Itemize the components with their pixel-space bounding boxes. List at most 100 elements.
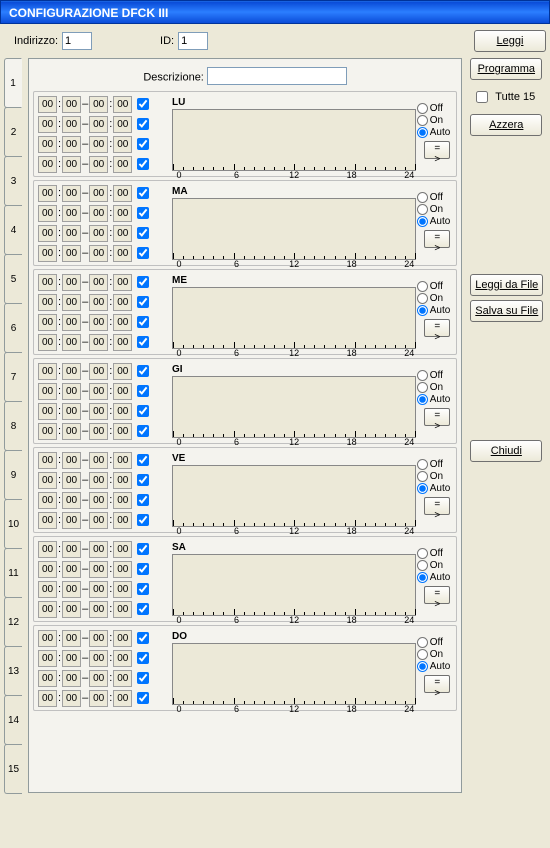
time-field[interactable]	[113, 294, 132, 311]
time-field[interactable]	[62, 541, 81, 558]
time-field[interactable]	[38, 136, 57, 153]
time-field[interactable]	[113, 630, 132, 647]
time-field[interactable]	[89, 334, 108, 351]
time-field[interactable]	[62, 383, 81, 400]
time-enable-checkbox[interactable]	[137, 563, 149, 575]
time-field[interactable]	[38, 492, 57, 509]
time-enable-checkbox[interactable]	[137, 514, 149, 526]
time-enable-checkbox[interactable]	[137, 118, 149, 130]
time-field[interactable]	[62, 245, 81, 262]
time-field[interactable]	[113, 561, 132, 578]
time-field[interactable]	[113, 314, 132, 331]
time-enable-checkbox[interactable]	[137, 158, 149, 170]
time-field[interactable]	[62, 561, 81, 578]
time-field[interactable]	[89, 294, 108, 311]
time-field[interactable]	[62, 423, 81, 440]
tab-14[interactable]: 14	[4, 695, 22, 745]
time-field[interactable]	[62, 225, 81, 242]
time-field[interactable]	[38, 690, 57, 707]
time-field[interactable]	[89, 116, 108, 133]
time-field[interactable]	[113, 492, 132, 509]
mode-off[interactable]: Off	[417, 637, 451, 648]
tab-5[interactable]: 5	[4, 254, 22, 304]
time-field[interactable]	[89, 650, 108, 667]
time-field[interactable]	[89, 156, 108, 173]
time-field[interactable]	[113, 581, 132, 598]
time-field[interactable]	[38, 512, 57, 529]
time-enable-checkbox[interactable]	[137, 494, 149, 506]
time-field[interactable]	[113, 650, 132, 667]
tab-6[interactable]: 6	[4, 303, 22, 353]
time-field[interactable]	[38, 383, 57, 400]
time-field[interactable]	[89, 690, 108, 707]
programma-button[interactable]: Programma	[470, 58, 542, 80]
mode-off[interactable]: Off	[417, 548, 451, 559]
time-field[interactable]	[89, 512, 108, 529]
time-field[interactable]	[62, 492, 81, 509]
time-enable-checkbox[interactable]	[137, 247, 149, 259]
time-field[interactable]	[113, 670, 132, 687]
time-enable-checkbox[interactable]	[137, 474, 149, 486]
time-field[interactable]	[113, 423, 132, 440]
time-field[interactable]	[113, 156, 132, 173]
time-field[interactable]	[113, 512, 132, 529]
time-enable-checkbox[interactable]	[137, 672, 149, 684]
tab-12[interactable]: 12	[4, 597, 22, 647]
apply-arrow-button[interactable]: = >	[424, 675, 450, 693]
time-field[interactable]	[38, 334, 57, 351]
time-field[interactable]	[113, 403, 132, 420]
time-field[interactable]	[62, 156, 81, 173]
time-field[interactable]	[62, 274, 81, 291]
time-field[interactable]	[38, 561, 57, 578]
time-field[interactable]	[38, 403, 57, 420]
tab-15[interactable]: 15	[4, 744, 22, 794]
time-field[interactable]	[113, 205, 132, 222]
time-field[interactable]	[89, 601, 108, 618]
apply-arrow-button[interactable]: = >	[424, 408, 450, 426]
time-field[interactable]	[38, 452, 57, 469]
mode-auto[interactable]: Auto	[417, 394, 451, 405]
mode-on[interactable]: On	[417, 204, 451, 215]
mode-on[interactable]: On	[417, 382, 451, 393]
time-enable-checkbox[interactable]	[137, 227, 149, 239]
time-field[interactable]	[89, 403, 108, 420]
time-field[interactable]	[62, 116, 81, 133]
time-field[interactable]	[113, 225, 132, 242]
time-field[interactable]	[89, 423, 108, 440]
time-field[interactable]	[62, 314, 81, 331]
time-field[interactable]	[38, 423, 57, 440]
time-field[interactable]	[89, 670, 108, 687]
time-field[interactable]	[89, 472, 108, 489]
time-field[interactable]	[113, 245, 132, 262]
time-field[interactable]	[89, 185, 108, 202]
time-field[interactable]	[89, 274, 108, 291]
time-field[interactable]	[89, 136, 108, 153]
mode-on[interactable]: On	[417, 471, 451, 482]
time-field[interactable]	[38, 581, 57, 598]
time-enable-checkbox[interactable]	[137, 336, 149, 348]
mode-auto[interactable]: Auto	[417, 483, 451, 494]
time-field[interactable]	[38, 601, 57, 618]
time-enable-checkbox[interactable]	[137, 187, 149, 199]
time-field[interactable]	[113, 274, 132, 291]
tab-4[interactable]: 4	[4, 205, 22, 255]
time-field[interactable]	[38, 630, 57, 647]
time-enable-checkbox[interactable]	[137, 652, 149, 664]
time-field[interactable]	[38, 225, 57, 242]
mode-off[interactable]: Off	[417, 192, 451, 203]
tab-10[interactable]: 10	[4, 499, 22, 549]
mode-off[interactable]: Off	[417, 370, 451, 381]
id-input[interactable]	[178, 32, 208, 50]
time-field[interactable]	[38, 96, 57, 113]
time-field[interactable]	[62, 452, 81, 469]
time-field[interactable]	[38, 205, 57, 222]
tab-2[interactable]: 2	[4, 107, 22, 157]
time-field[interactable]	[89, 492, 108, 509]
descrizione-input[interactable]	[207, 67, 347, 85]
time-field[interactable]	[89, 96, 108, 113]
time-field[interactable]	[113, 541, 132, 558]
tab-13[interactable]: 13	[4, 646, 22, 696]
time-field[interactable]	[113, 363, 132, 380]
time-field[interactable]	[62, 185, 81, 202]
time-enable-checkbox[interactable]	[137, 543, 149, 555]
